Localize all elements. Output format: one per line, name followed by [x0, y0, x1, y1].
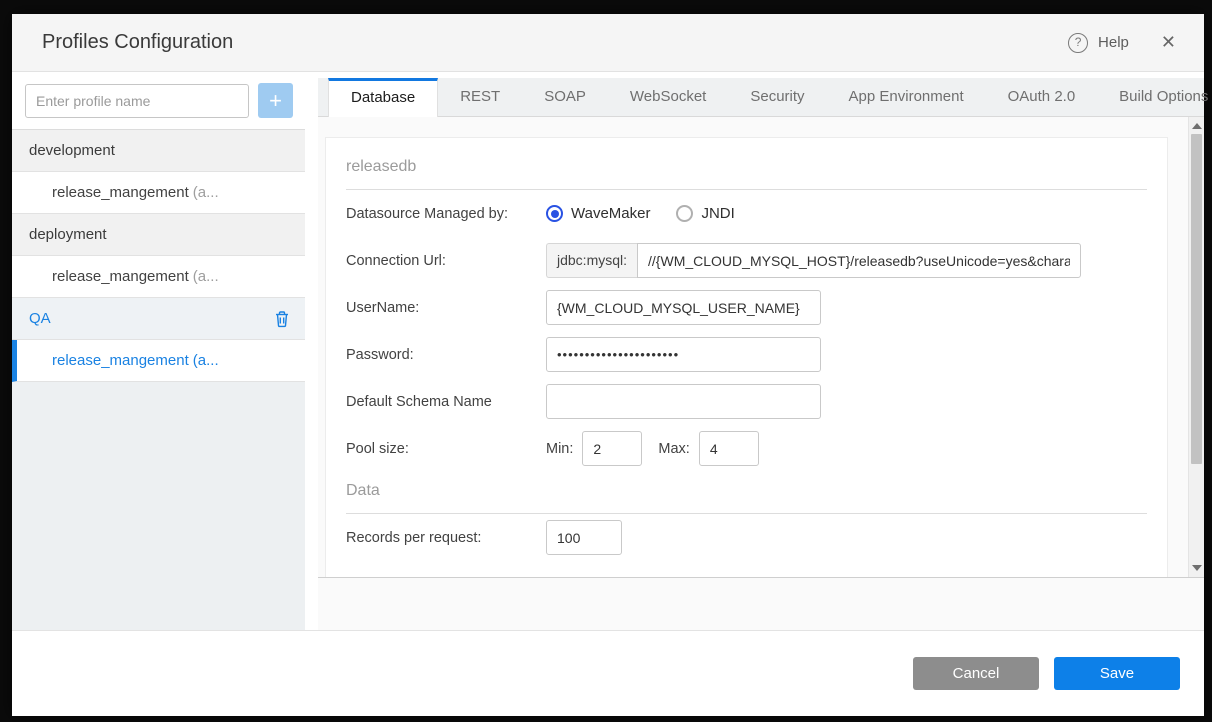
- schema-row: Default Schema Name: [346, 378, 1147, 425]
- connection-url-input[interactable]: [637, 243, 1082, 278]
- data-section-title: Data: [346, 482, 380, 499]
- scroll-down-arrow-icon[interactable]: [1192, 565, 1202, 571]
- wavemaker-radio-label[interactable]: WaveMaker: [571, 205, 650, 222]
- sidebar-filler: [12, 382, 305, 630]
- close-icon[interactable]: ✕: [1161, 32, 1176, 53]
- panel-lower-area: [318, 578, 1204, 630]
- schema-label: Default Schema Name: [346, 393, 492, 410]
- tab-soap[interactable]: SOAP: [522, 78, 608, 116]
- help-icon[interactable]: ?: [1068, 32, 1089, 53]
- dialog-title: Profiles Configuration: [42, 31, 234, 53]
- profile-name-input[interactable]: [25, 83, 249, 118]
- database-tab-panel: releasedb Datasource Managed by: WaveMak…: [318, 117, 1204, 578]
- tab-oauth[interactable]: OAuth 2.0: [986, 78, 1098, 116]
- header-actions: ? Help ✕: [1068, 32, 1176, 53]
- pool-max-input[interactable]: [698, 431, 759, 466]
- cancel-button[interactable]: Cancel: [913, 657, 1039, 690]
- profile-label: release_mangement: [52, 268, 189, 285]
- connection-url-row: Connection Url: jdbc:mysql:: [346, 237, 1147, 284]
- database-section-title: releasedb: [346, 158, 417, 175]
- datasource-radio-group: WaveMaker JNDI: [546, 205, 753, 222]
- profiles-sidebar: + development release_mangement (a... de…: [12, 72, 305, 630]
- profiles-configuration-dialog: Profiles Configuration ? Help ✕ + develo…: [12, 14, 1208, 716]
- datasource-row: Datasource Managed by: WaveMaker JNDI: [346, 190, 1147, 237]
- sidebar-item-release-mangement-deploy[interactable]: release_mangement (a...: [12, 256, 305, 298]
- pool-size-label: Pool size:: [346, 440, 409, 457]
- group-label: deployment: [29, 226, 107, 243]
- datasource-label: Datasource Managed by:: [346, 205, 509, 222]
- group-label: QA: [29, 310, 51, 327]
- tab-rest[interactable]: REST: [438, 78, 522, 116]
- pool-max-label: Max:: [658, 440, 690, 457]
- tab-security[interactable]: Security: [728, 78, 826, 116]
- username-input[interactable]: [546, 290, 821, 325]
- delete-profile-icon[interactable]: [273, 310, 291, 328]
- pool-min-input[interactable]: [582, 431, 643, 466]
- scroll-up-arrow-icon[interactable]: [1192, 123, 1202, 129]
- jndi-radio-label[interactable]: JNDI: [701, 205, 734, 222]
- profile-label-suffix: (a...: [192, 268, 219, 285]
- pool-min-label: Min:: [546, 440, 574, 457]
- group-label: development: [29, 142, 115, 159]
- password-label: Password:: [346, 346, 414, 363]
- password-row: Password:: [346, 331, 1147, 378]
- sidebar-item-release-mangement-qa[interactable]: release_mangement (a...: [12, 340, 305, 382]
- profile-search-row: +: [12, 72, 305, 130]
- sidebar-group-deployment[interactable]: deployment: [12, 214, 305, 256]
- tab-build-options[interactable]: Build Options: [1097, 78, 1212, 116]
- dialog-header: Profiles Configuration ? Help ✕: [12, 14, 1204, 72]
- jdbc-prefix-box: jdbc:mysql:: [546, 243, 638, 278]
- sidebar-group-development[interactable]: development: [12, 130, 305, 172]
- records-per-request-label: Records per request:: [346, 529, 482, 546]
- connection-url-label: Connection Url:: [346, 252, 446, 269]
- records-per-request-input[interactable]: [546, 520, 622, 555]
- scrollbar-thumb[interactable]: [1191, 134, 1202, 464]
- wavemaker-radio[interactable]: [546, 205, 563, 222]
- vertical-scrollbar[interactable]: [1188, 117, 1204, 577]
- username-label: UserName:: [346, 299, 420, 316]
- pool-size-row: Pool size: Min: Max:: [346, 425, 1147, 472]
- schema-input[interactable]: [546, 384, 821, 419]
- main-panel: Database REST SOAP WebSocket Security Ap…: [305, 72, 1208, 630]
- records-per-request-row: Records per request:: [346, 514, 1147, 561]
- profile-label: release_mangement: [52, 352, 189, 369]
- database-config-card: releasedb Datasource Managed by: WaveMak…: [325, 137, 1168, 577]
- profile-label-suffix: (a...: [192, 184, 219, 201]
- profile-label: release_mangement: [52, 184, 189, 201]
- save-button[interactable]: Save: [1054, 657, 1180, 690]
- tab-websocket[interactable]: WebSocket: [608, 78, 728, 116]
- jndi-radio[interactable]: [676, 205, 694, 222]
- password-input[interactable]: [546, 337, 821, 372]
- sidebar-group-qa[interactable]: QA: [12, 298, 305, 340]
- sidebar-item-release-mangement-dev[interactable]: release_mangement (a...: [12, 172, 305, 214]
- help-button[interactable]: Help: [1098, 34, 1129, 51]
- profile-label-suffix: (a...: [192, 352, 219, 369]
- dialog-footer: Cancel Save: [12, 630, 1204, 716]
- dialog-body: + development release_mangement (a... de…: [12, 72, 1208, 630]
- tab-app-environment[interactable]: App Environment: [827, 78, 986, 116]
- username-row: UserName:: [346, 284, 1147, 331]
- add-profile-button[interactable]: +: [258, 83, 293, 118]
- config-tabbar: Database REST SOAP WebSocket Security Ap…: [318, 78, 1208, 117]
- tab-database[interactable]: Database: [328, 78, 439, 117]
